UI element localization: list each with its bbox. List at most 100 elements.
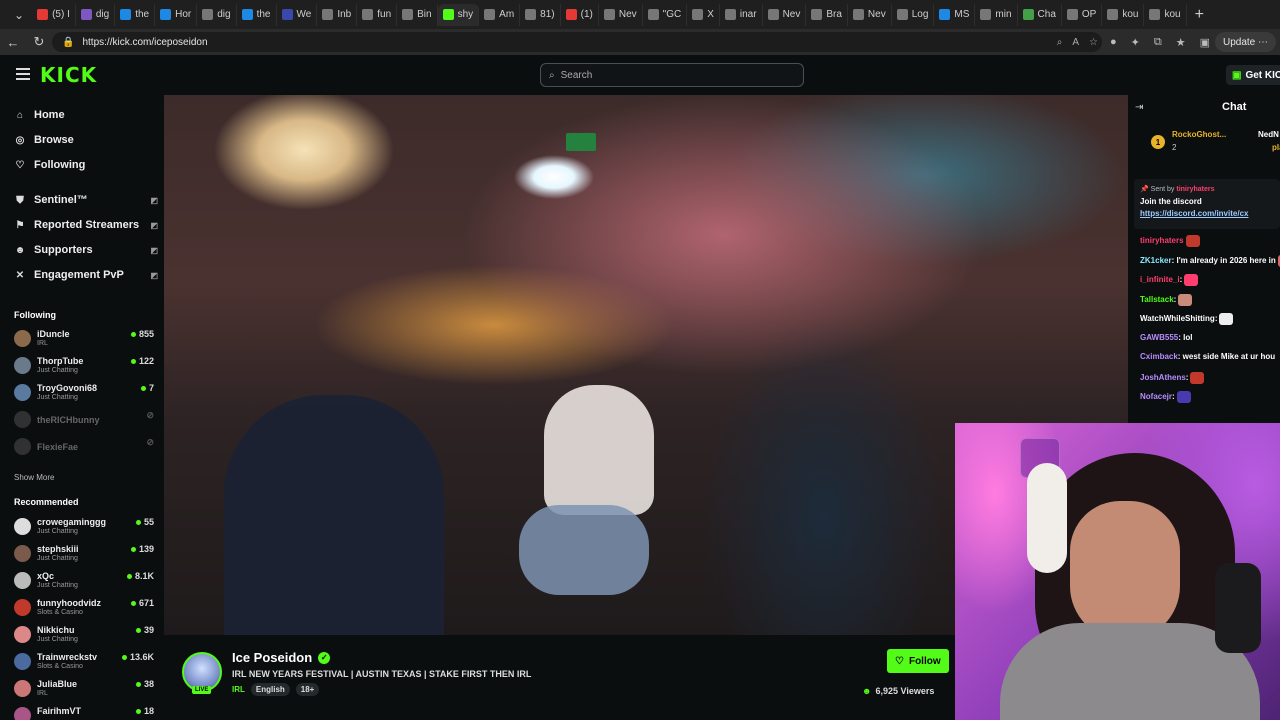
channel-item[interactable]: FlexieFae ⊘	[14, 435, 154, 461]
chat-username[interactable]: JoshAthens	[1140, 373, 1186, 382]
sidebar-item-following[interactable]: ♡ Following	[14, 155, 154, 175]
collections-icon[interactable]: ▣	[1200, 36, 1210, 49]
sidebar-item-sentinel[interactable]: ⛊ Sentinel™ ◩	[14, 190, 158, 210]
browser-tab[interactable]: shy	[437, 3, 480, 26]
browser-tab[interactable]: OP	[1062, 3, 1103, 26]
sidebar-item-label: Following	[34, 159, 86, 171]
show-more-button[interactable]: Show More	[14, 473, 54, 482]
channel-item[interactable]: xQc Just Chatting 8.1K	[14, 569, 154, 595]
read-aloud-icon[interactable]: A	[1072, 37, 1079, 48]
browser-tab[interactable]: kou	[1144, 3, 1187, 26]
chat-username[interactable]: tiniryhaters	[1140, 236, 1184, 245]
chat-username[interactable]: i_infinite_i	[1140, 275, 1180, 284]
browser-tab[interactable]: (1)	[561, 3, 599, 26]
split-screen-icon[interactable]: ⧉	[1154, 36, 1162, 49]
chat-username[interactable]: GAWB555	[1140, 333, 1178, 342]
channel-item[interactable]: TroyGovoni68 Just Chatting 7	[14, 381, 154, 407]
browser-tab[interactable]: kou	[1102, 3, 1145, 26]
browser-tab[interactable]: (5) I	[32, 3, 76, 26]
update-button[interactable]: Update ⋯	[1214, 32, 1276, 52]
browser-tab[interactable]: Nev	[763, 3, 807, 26]
channel-item[interactable]: iDuncle IRL 855	[14, 327, 154, 353]
chat-username[interactable]: ZK1cker	[1140, 256, 1172, 265]
zoom-icon[interactable]: ⌕	[1057, 37, 1063, 48]
channel-item[interactable]: funnyhoodvidz Slots & Casino 671	[14, 596, 154, 622]
external-link-icon: ◩	[150, 220, 158, 230]
browser-tab[interactable]: MS	[934, 3, 976, 26]
channel-category: Just Chatting	[37, 555, 78, 562]
tab-label: X	[707, 9, 714, 20]
live-dot-icon	[130, 600, 136, 606]
browser-tab[interactable]: Am	[479, 3, 521, 26]
viewers-icon: ☻	[862, 686, 872, 696]
chat-username[interactable]: Cximback	[1140, 352, 1178, 361]
sidebar-item-supporters[interactable]: ☻ Supporters ◩	[14, 240, 158, 260]
search-input[interactable]: ⌕ Search	[540, 63, 804, 87]
channel-item[interactable]: Trainwreckstv Slots & Casino 13.6K	[14, 650, 154, 676]
channel-item[interactable]: stephskiii Just Chatting 139	[14, 542, 154, 568]
browser-tab[interactable]: X	[687, 3, 720, 26]
kick-logo[interactable]: KICK	[40, 63, 97, 87]
chat-username[interactable]: Nofacejr	[1140, 392, 1172, 401]
top-gifters-bar[interactable]: 1 RockoGhost... 2 NedN platin	[1146, 125, 1280, 155]
avatar	[14, 438, 31, 455]
browser-tab[interactable]: fun	[357, 3, 398, 26]
reload-button[interactable]: ↻	[26, 34, 52, 50]
favorites-icon[interactable]: ★	[1176, 36, 1186, 49]
collapse-chat-icon[interactable]: ⇥	[1135, 102, 1143, 113]
browser-tab[interactable]: Nev	[599, 3, 643, 26]
channel-item[interactable]: crowegaminggg Just Chatting 55	[14, 515, 154, 541]
tag-badge[interactable]: 18+	[295, 683, 320, 696]
tag-badge[interactable]: English	[250, 683, 290, 696]
browser-tab[interactable]: dig	[76, 3, 116, 26]
streamer-name[interactable]: Ice Poseidon	[232, 650, 312, 665]
browser-tab[interactable]: min	[975, 3, 1018, 26]
extension-icon[interactable]: ●	[1110, 36, 1117, 48]
browser-tab[interactable]: Cha	[1018, 3, 1062, 26]
browser-tab[interactable]: the	[115, 3, 156, 26]
favorite-star-icon[interactable]: ☆	[1089, 37, 1098, 48]
chat-username[interactable]: Tallstack	[1140, 295, 1174, 304]
browser-tab[interactable]: Log	[892, 3, 935, 26]
browser-tab[interactable]: dig	[197, 3, 237, 26]
browser-tab[interactable]: "GC	[643, 3, 688, 26]
browser-tab[interactable]: Inb	[317, 3, 358, 26]
headphones	[1027, 463, 1067, 573]
browser-tab[interactable]: Nev	[848, 3, 892, 26]
discord-link[interactable]: https://discord.com/invite/cx	[1140, 209, 1248, 218]
browser-tab[interactable]: inar	[720, 3, 763, 26]
puzzle-icon[interactable]: ✦	[1131, 36, 1140, 49]
new-tab-button[interactable]: +	[1195, 6, 1204, 24]
category-link[interactable]: IRL	[232, 685, 245, 694]
browser-tab[interactable]: We	[277, 3, 318, 26]
browser-tab[interactable]: 81)	[520, 3, 561, 26]
menu-icon[interactable]	[16, 68, 30, 80]
browser-tab[interactable]: Hor	[155, 3, 198, 26]
back-button[interactable]: ←	[0, 35, 26, 50]
tab-favicon-icon	[322, 9, 334, 20]
sidebar-item-home[interactable]: ⌂ Home	[14, 105, 154, 125]
tab-favicon-icon	[565, 9, 577, 20]
channel-item[interactable]: JuliaBlue IRL 38	[14, 677, 154, 703]
browser-tab[interactable]: Bin	[397, 3, 438, 26]
channel-category: IRL	[37, 690, 48, 697]
avatar	[14, 384, 31, 401]
sidebar-item-reported-streamers[interactable]: ⚑ Reported Streamers ◩	[14, 215, 158, 235]
browser-tab[interactable]: the	[237, 3, 277, 26]
url-field[interactable]: 🔒 https://kick.com/iceposeidon ⌕ A ☆	[52, 32, 1102, 52]
channel-item[interactable]: Nikkichu Just Chatting 39	[14, 623, 154, 649]
browser-tab[interactable]: Bra	[806, 3, 848, 26]
tab-list-icon[interactable]: ⌄	[6, 8, 32, 22]
channel-item[interactable]: ThorpTube Just Chatting 122	[14, 354, 154, 380]
get-kick-button[interactable]: ▣ Get KICK	[1226, 65, 1280, 85]
sidebar-item-browse[interactable]: ◎ Browse	[14, 130, 154, 150]
update-label: Update	[1222, 36, 1256, 48]
people-icon: ☻	[14, 244, 26, 256]
chat-username[interactable]: WatchWhileShitting	[1140, 314, 1215, 323]
channel-item[interactable]: theRICHbunny ⊘	[14, 408, 154, 434]
follow-button[interactable]: ♡ Follow	[887, 649, 949, 673]
viewer-count: 8.1K	[126, 571, 154, 581]
pinned-username[interactable]: tiniryhaters	[1176, 186, 1214, 193]
sidebar-item-engagement-pvp[interactable]: ✕ Engagement PvP ◩	[14, 265, 158, 285]
channel-item[interactable]: FairihmVT 18	[14, 704, 154, 720]
